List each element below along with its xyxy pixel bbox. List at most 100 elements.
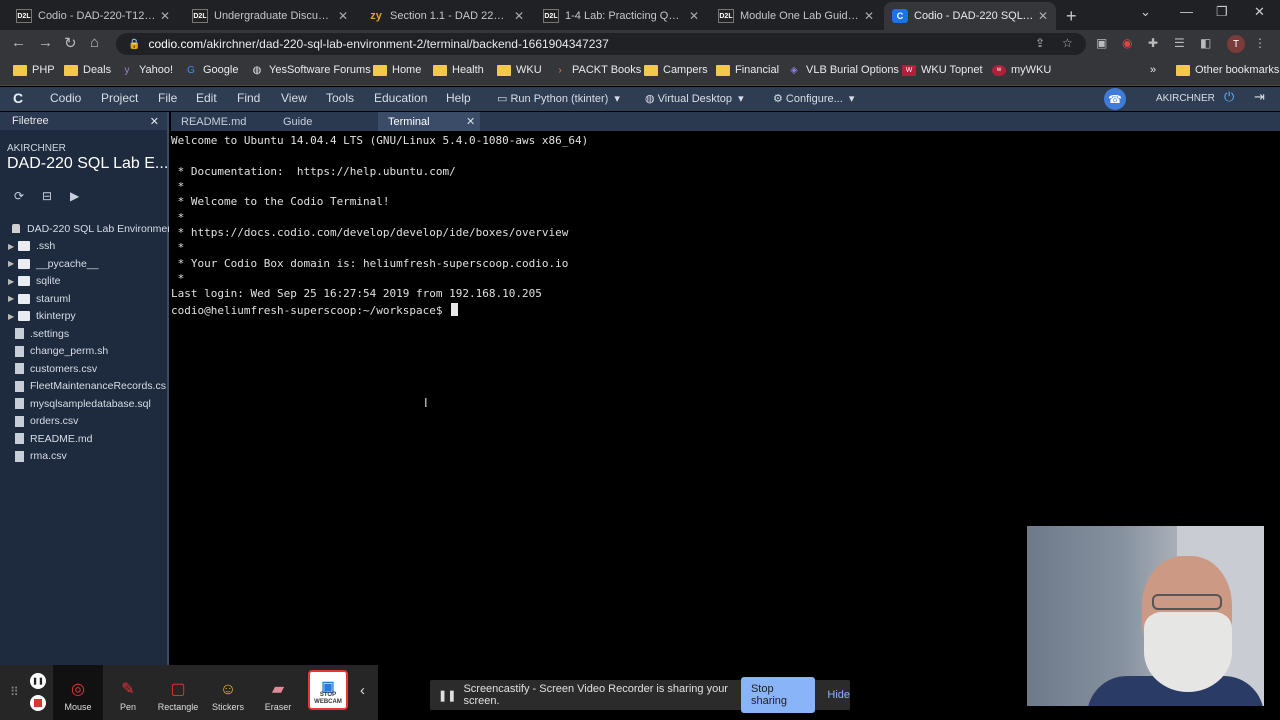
address-bar[interactable]: 🔒 codio.com/akirchner/dad-220-sql-lab-en… (116, 33, 1086, 55)
tree-file[interactable]: change_perm.sh (0, 343, 169, 361)
stop-recording-icon[interactable] (30, 695, 46, 711)
tab-search-icon[interactable]: ⌄ (1140, 4, 1151, 20)
close-tab-icon[interactable]: ✕ (514, 9, 524, 23)
extensions-puzzle-icon[interactable]: ✚ (1148, 36, 1158, 50)
bookmark-item[interactable]: Home (373, 64, 421, 76)
tab-guide[interactable]: Guide (273, 112, 373, 131)
minimize-icon[interactable]: — (1180, 4, 1193, 19)
bookmark-item[interactable]: Financial (716, 64, 779, 76)
menu-view[interactable]: View (281, 91, 307, 105)
stop-sharing-button[interactable]: Stop sharing (740, 677, 816, 713)
forward-icon[interactable]: → (38, 34, 53, 51)
browser-tab[interactable]: D2L Module One Lab Guideline ✕ (710, 2, 882, 30)
tree-root[interactable]: DAD-220 SQL Lab Environment (0, 220, 169, 238)
webcam-overlay[interactable] (1027, 526, 1264, 706)
reading-list-icon[interactable]: ☰ (1174, 36, 1185, 50)
collapse-toolbar-icon[interactable]: ‹ (360, 682, 365, 699)
menu-find[interactable]: Find (237, 91, 260, 105)
close-tab-icon[interactable]: ✕ (338, 9, 348, 23)
bookmark-item[interactable]: WKU (497, 64, 542, 76)
bookmark-item[interactable]: ◍ YesSoftware Forums (250, 64, 371, 76)
username-label[interactable]: AKIRCHNER (1156, 93, 1215, 104)
menu-project[interactable]: Project (101, 91, 138, 105)
bookmark-item[interactable]: w myWKU (992, 64, 1051, 76)
tree-file[interactable]: .settings (0, 325, 169, 343)
tree-folder[interactable]: ▶ .ssh (0, 238, 169, 256)
reload-icon[interactable]: ↻ (64, 34, 77, 52)
power-icon[interactable]: ⏻ (1224, 89, 1234, 105)
tab-terminal[interactable]: Terminal ✕ (378, 112, 480, 131)
tree-file[interactable]: customers.csv (0, 360, 169, 378)
tree-file[interactable]: mysqlsampledatabase.sql (0, 395, 169, 413)
home-icon[interactable]: ⌂ (90, 34, 99, 51)
bookmark-item[interactable]: PHP (13, 64, 55, 76)
bookmark-item[interactable]: W WKU Topnet (902, 64, 983, 76)
drag-handle-icon[interactable]: ⠿ (10, 685, 19, 699)
browser-tab[interactable]: zy Section 1.1 - DAD 220: Intr ✕ (360, 2, 532, 30)
close-tab-icon[interactable]: ✕ (1038, 9, 1048, 23)
extension-icon[interactable]: ◉ (1122, 36, 1132, 50)
project-name[interactable]: DAD-220 SQL Lab E... (7, 155, 168, 173)
tree-folder[interactable]: ▶ tkinterpy (0, 308, 169, 326)
menu-education[interactable]: Education (374, 91, 427, 105)
profile-avatar[interactable]: T (1227, 35, 1245, 53)
bookmark-item[interactable]: ◈ VLB Burial Options (787, 64, 899, 76)
browser-tab-active[interactable]: C Codio - DAD-220 SQL Lab E ✕ (884, 2, 1056, 30)
codio-logo-icon[interactable]: C (13, 90, 23, 106)
tree-file[interactable]: README.md (0, 430, 169, 448)
hide-button[interactable]: Hide (827, 689, 850, 701)
share-icon[interactable]: ⇪ (1035, 36, 1045, 50)
side-panel-icon[interactable]: ◧ (1200, 36, 1211, 50)
browser-tab[interactable]: D2L Codio - DAD-220-T1272 Int ✕ (8, 2, 178, 30)
play-icon[interactable]: ▶ (70, 189, 79, 203)
tool-stickers[interactable]: ☺ Stickers (203, 665, 253, 720)
close-icon[interactable]: ✕ (150, 115, 159, 128)
browser-tab[interactable]: D2L 1-4 Lab: Practicing Query L ✕ (535, 2, 707, 30)
tree-folder[interactable]: ▶ staruml (0, 290, 169, 308)
tree-folder[interactable]: ▶ sqlite (0, 273, 169, 291)
restore-icon[interactable]: ❐ (1216, 4, 1228, 20)
close-tab-icon[interactable]: ✕ (466, 115, 475, 128)
menu-help[interactable]: Help (446, 91, 471, 105)
tree-folder[interactable]: ▶ __pycache__ (0, 255, 169, 273)
tree-file[interactable]: rma.csv (0, 448, 169, 466)
tree-file[interactable]: orders.csv (0, 413, 169, 431)
browser-tab[interactable]: D2L Undergraduate Discussion ✕ (184, 2, 356, 30)
back-icon[interactable]: ← (11, 34, 26, 51)
menu-tools[interactable]: Tools (326, 91, 354, 105)
bookmark-item[interactable]: Deals (64, 64, 111, 76)
logout-icon[interactable]: ⇥ (1254, 89, 1265, 105)
bookmark-star-icon[interactable]: ☆ (1062, 36, 1073, 50)
tool-mouse[interactable]: ◎ Mouse (53, 665, 103, 720)
bookmark-item[interactable]: Health (433, 64, 484, 76)
tool-eraser[interactable]: ▰ Eraser (253, 665, 303, 720)
tool-rectangle[interactable]: ▢ Rectangle (153, 665, 203, 720)
menu-file[interactable]: File (158, 91, 177, 105)
tab-readme[interactable]: README.md (171, 112, 271, 131)
bookmark-item[interactable]: y Yahoo! (120, 64, 174, 76)
tree-file[interactable]: FleetMaintenanceRecords.cs (0, 378, 169, 396)
stop-webcam-button[interactable]: ▣ STOP WEBCAM (308, 670, 348, 710)
refresh-icon[interactable]: ⟳ (14, 189, 24, 203)
menu-kebab-icon[interactable]: ⋮ (1254, 36, 1266, 50)
bookmark-item[interactable]: › PACKT Books (553, 64, 641, 76)
bookmark-item[interactable]: Other bookmarks (1176, 64, 1279, 76)
collapse-all-icon[interactable]: ⊟ (42, 189, 52, 203)
pause-icon[interactable]: ❚❚ (30, 673, 46, 689)
extension-icon[interactable]: ▣ (1096, 36, 1107, 50)
virtual-desktop-menu[interactable]: ◍ Virtual Desktop ▾ (645, 92, 744, 105)
menu-codio[interactable]: Codio (50, 91, 81, 105)
menu-edit[interactable]: Edit (196, 91, 217, 105)
close-tab-icon[interactable]: ✕ (160, 9, 170, 23)
phone-icon[interactable]: ☎ (1104, 88, 1126, 110)
close-tab-icon[interactable]: ✕ (689, 9, 699, 23)
new-tab-icon[interactable]: + (1066, 6, 1077, 27)
bookmarks-overflow-icon[interactable]: » (1150, 64, 1156, 76)
tool-pen[interactable]: ✎ Pen (103, 665, 153, 720)
bookmark-item[interactable]: G Google (184, 64, 238, 76)
bookmark-item[interactable]: Campers (644, 64, 708, 76)
run-python-menu[interactable]: ▭ Run Python (tkinter) ▾ (497, 92, 620, 105)
close-tab-icon[interactable]: ✕ (864, 9, 874, 23)
close-window-icon[interactable]: ✕ (1254, 4, 1265, 20)
configure-menu[interactable]: ⚙ Configure... ▾ (773, 92, 854, 105)
